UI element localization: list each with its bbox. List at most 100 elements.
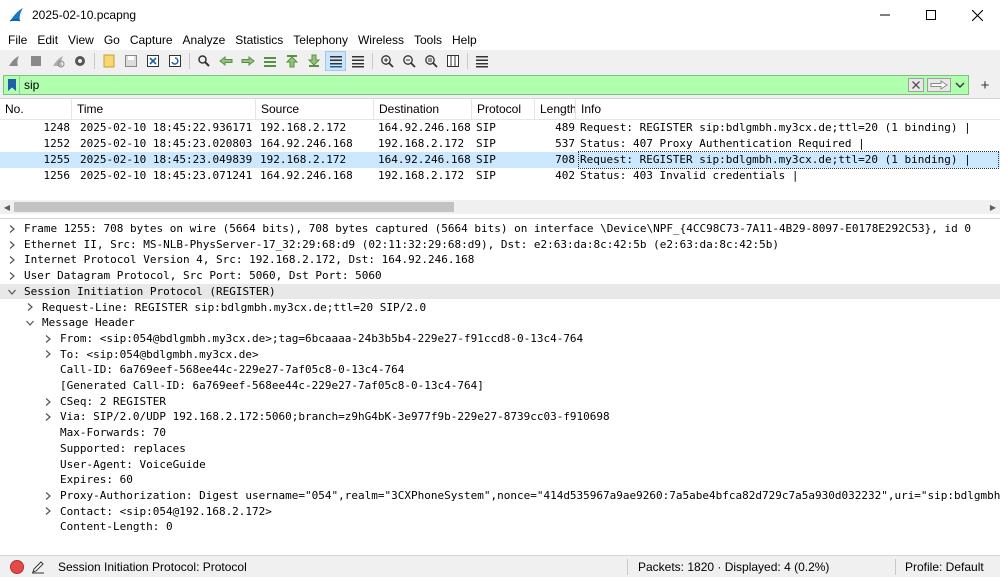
detail-tree-item[interactable]: [Generated Call-ID: 6a769eef-568ee44c-22… [0, 378, 484, 394]
restart-capture-button[interactable] [47, 51, 68, 71]
detail-text: Internet Protocol Version 4, Src: 192.16… [24, 253, 475, 267]
packet-count-text: Packets: 1820 · Displayed: 4 (0.2%) [638, 560, 830, 574]
detail-tree-item[interactable]: Expires: 60 [0, 472, 133, 488]
chevron-right-icon[interactable] [6, 254, 18, 266]
reload-file-button[interactable] [164, 51, 185, 71]
chevron-right-icon[interactable] [24, 301, 36, 313]
column-header-destination[interactable]: Destination [374, 99, 472, 120]
packet-row-selected[interactable]: 1255 2025-02-10 18:45:23.049839 192.168.… [0, 151, 1000, 169]
packet-row[interactable]: 1256 2025-02-10 18:45:23.071241 164.92.2… [0, 168, 1000, 184]
find-packet-button[interactable] [193, 51, 214, 71]
cell-destination: 192.168.2.172 [378, 169, 465, 182]
open-file-button[interactable] [98, 51, 119, 71]
menu-file[interactable]: File [3, 30, 32, 50]
detail-tree-item[interactable]: From: <sip:054@bdlgmbh.my3cx.de>;tag=6bc… [0, 331, 583, 347]
capture-options-button[interactable] [69, 51, 90, 71]
menu-tools[interactable]: Tools [409, 30, 447, 50]
menu-statistics[interactable]: Statistics [230, 30, 288, 50]
chevron-right-icon[interactable] [6, 270, 18, 282]
scrollbar-thumb[interactable] [14, 202, 454, 212]
zoom-out-button[interactable] [398, 51, 419, 71]
packet-row[interactable]: 1252 2025-02-10 18:45:23.020803 164.92.2… [0, 136, 1000, 152]
go-to-packet-button[interactable] [259, 51, 280, 71]
profile-text[interactable]: Profile: Default [905, 556, 984, 577]
column-header-info[interactable]: Info [576, 99, 1000, 120]
cell-length: 489 [555, 121, 575, 134]
zoom-normal-button[interactable] [420, 51, 441, 71]
chevron-right-icon[interactable] [42, 333, 54, 345]
detail-tree-item[interactable]: Request-Line: REGISTER sip:bdlgmbh.my3cx… [0, 300, 426, 316]
go-back-button[interactable] [215, 51, 236, 71]
close-file-button[interactable] [142, 51, 163, 71]
chevron-right-icon[interactable] [42, 348, 54, 360]
detail-tree-item[interactable]: Session Initiation Protocol (REGISTER) [0, 283, 1000, 300]
save-file-button[interactable] [120, 51, 141, 71]
go-forward-button[interactable] [237, 51, 258, 71]
dropdown-chevron-icon[interactable] [954, 78, 966, 92]
maximize-button[interactable] [908, 0, 954, 30]
capture-status-icon[interactable] [10, 559, 24, 574]
column-header-protocol[interactable]: Protocol [472, 99, 535, 120]
detail-tree-item[interactable]: Contact: <sip:054@192.168.2.172> [0, 504, 272, 520]
column-header-time[interactable]: Time [72, 99, 256, 120]
menu-analyze[interactable]: Analyze [178, 30, 231, 50]
menu-capture[interactable]: Capture [125, 30, 178, 50]
detail-tree-item[interactable]: Frame 1255: 708 bytes on wire (5664 bits… [0, 221, 971, 237]
go-first-button[interactable] [281, 51, 302, 71]
find-packet-icon [197, 55, 210, 67]
auto-scroll-button[interactable] [325, 51, 346, 71]
chevron-right-icon[interactable] [42, 490, 54, 502]
detail-tree-item[interactable]: To: <sip:054@bdlgmbh.my3cx.de> [0, 347, 259, 363]
close-window-button[interactable] [954, 0, 1000, 30]
detail-tree-item[interactable]: CSeq: 2 REGISTER [0, 394, 166, 410]
cell-source: 192.168.2.172 [260, 121, 347, 134]
detail-tree-item[interactable]: User-Agent: VoiceGuide [0, 457, 206, 473]
minimize-button[interactable] [862, 0, 908, 30]
zoom-in-button[interactable] [376, 51, 397, 71]
column-header-no[interactable]: No. [0, 99, 72, 120]
stop-capture-button[interactable] [25, 51, 46, 71]
menu-go[interactable]: Go [99, 30, 125, 50]
bookmark-icon[interactable] [4, 76, 20, 94]
detail-tree-item[interactable]: Call-ID: 6a769eef-568ee44c-229e27-7af05c… [0, 362, 404, 378]
chevron-right-icon[interactable] [6, 239, 18, 251]
display-filter-input[interactable]: sip [3, 75, 969, 95]
menu-edit[interactable]: Edit [32, 30, 63, 50]
detail-tree-item[interactable]: Message Header [0, 315, 135, 331]
chevron-right-icon[interactable] [42, 411, 54, 423]
chevron-right-icon[interactable] [6, 223, 18, 235]
collapse-all-button[interactable] [471, 51, 492, 71]
scroll-left-icon[interactable]: ◀ [0, 200, 14, 214]
chevron-right-icon[interactable] [42, 505, 54, 517]
detail-tree-item[interactable]: Content-Length: 0 [0, 519, 173, 535]
menu-wireless[interactable]: Wireless [353, 30, 409, 50]
detail-tree-item[interactable]: Internet Protocol Version 4, Src: 192.16… [0, 252, 474, 268]
menu-telephony[interactable]: Telephony [288, 30, 353, 50]
go-last-button[interactable] [303, 51, 324, 71]
menu-help[interactable]: Help [447, 30, 482, 50]
detail-tree-item[interactable]: Max-Forwards: 70 [0, 425, 166, 441]
column-header-length[interactable]: Length [535, 99, 576, 120]
chevron-down-icon[interactable] [24, 317, 36, 329]
chevron-down-icon[interactable] [6, 286, 18, 298]
filter-value[interactable]: sip [20, 78, 908, 92]
chevron-right-icon[interactable] [42, 396, 54, 408]
packet-row[interactable]: 1248 2025-02-10 18:45:22.936171 192.168.… [0, 120, 1000, 136]
add-filter-button[interactable]: + [976, 75, 994, 95]
start-capture-button[interactable] [3, 51, 24, 71]
collapse-all-icon [475, 56, 488, 68]
detail-tree-item[interactable]: Via: SIP/2.0/UDP 192.168.2.172:5060;bran… [0, 409, 610, 425]
detail-tree-item[interactable]: Proxy-Authorization: Digest username="05… [0, 488, 1000, 504]
apply-filter-arrow-icon[interactable] [927, 78, 951, 92]
scroll-right-icon[interactable]: ▶ [986, 200, 1000, 214]
packet-list-horizontal-scrollbar[interactable]: ◀ ▶ [0, 200, 1000, 214]
detail-tree-item[interactable]: Ethernet II, Src: MS-NLB-PhysServer-17_3… [0, 237, 779, 253]
detail-tree-item[interactable]: Supported: replaces [0, 441, 186, 457]
detail-tree-item[interactable]: User Datagram Protocol, Src Port: 5060, … [0, 268, 382, 284]
edit-comment-icon[interactable] [30, 559, 46, 575]
colorize-button[interactable] [347, 51, 368, 71]
resize-columns-button[interactable] [442, 51, 463, 71]
menu-view[interactable]: View [63, 30, 99, 50]
clear-filter-icon[interactable] [908, 78, 924, 92]
column-header-source[interactable]: Source [256, 99, 374, 120]
